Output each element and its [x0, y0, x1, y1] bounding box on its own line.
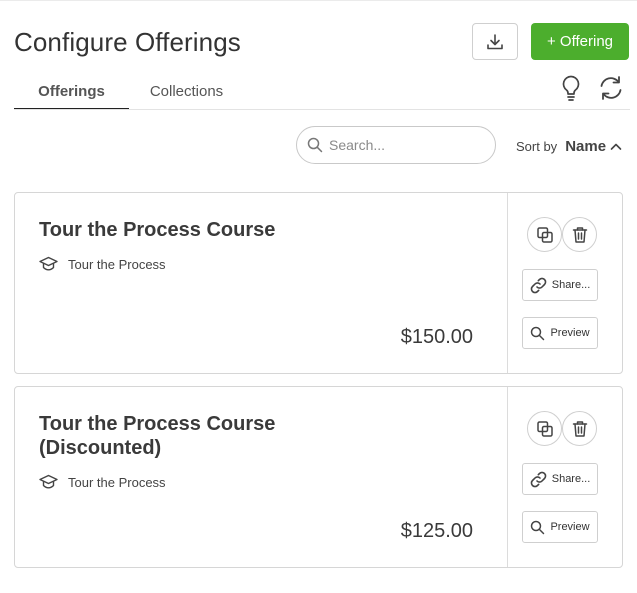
duplicate-icon: [536, 226, 553, 243]
duplicate-icon: [536, 420, 553, 437]
card-divider: [507, 193, 508, 373]
graduation-cap-icon: [39, 474, 58, 489]
preview-label: Preview: [550, 521, 590, 533]
top-divider: [0, 0, 637, 1]
duplicate-button[interactable]: [527, 411, 562, 446]
search-icon: [307, 137, 323, 153]
preview-label: Preview: [550, 327, 590, 339]
offering-price: $125.00: [400, 520, 473, 542]
tabs-divider: [14, 109, 630, 110]
page-title: Configure Offerings: [14, 27, 241, 57]
tab-bar: Offerings Collections: [14, 78, 244, 110]
download-icon: [487, 33, 503, 49]
link-icon: [530, 471, 547, 487]
share-label: Share...: [551, 279, 591, 291]
share-button[interactable]: Share...: [522, 463, 598, 495]
refresh-icon[interactable]: [597, 75, 625, 101]
link-icon: [530, 277, 547, 293]
duplicate-button[interactable]: [527, 217, 562, 252]
offering-course: Tour the Process: [39, 474, 166, 490]
offering-course: Tour the Process: [39, 256, 166, 272]
offering-card: Tour the Process Course (Discounted) Tou…: [14, 386, 623, 568]
delete-button[interactable]: [562, 411, 597, 446]
tab-collections[interactable]: Collections: [129, 78, 244, 110]
offering-name: Tour the Process Course (Discounted): [39, 413, 276, 459]
delete-button[interactable]: [562, 217, 597, 252]
magnifier-icon: [531, 326, 545, 340]
sort-label: Sort by: [516, 139, 558, 154]
magnifier-icon: [531, 520, 545, 534]
chevron-up-icon[interactable]: [610, 142, 622, 152]
offering-course-label: Tour the Process: [68, 474, 166, 490]
download-button[interactable]: [472, 23, 518, 60]
offering-card: Tour the Process Course Tour the Process…: [14, 192, 623, 374]
search-field[interactable]: [296, 126, 496, 164]
offering-name: Tour the Process Course: [39, 219, 276, 241]
sort-control: Sort by Name: [516, 138, 622, 155]
sort-value[interactable]: Name: [565, 138, 606, 155]
lightbulb-icon[interactable]: [559, 74, 583, 102]
add-offering-button[interactable]: + Offering: [531, 23, 629, 60]
trash-icon: [572, 420, 587, 437]
share-button[interactable]: Share...: [522, 269, 598, 301]
search-input[interactable]: [329, 137, 479, 153]
share-label: Share...: [551, 473, 591, 485]
offering-course-label: Tour the Process: [68, 256, 166, 272]
graduation-cap-icon: [39, 256, 58, 271]
preview-button[interactable]: Preview: [522, 317, 598, 349]
offering-price: $150.00: [400, 326, 473, 348]
trash-icon: [572, 226, 587, 243]
tab-offerings[interactable]: Offerings: [14, 78, 129, 110]
preview-button[interactable]: Preview: [522, 511, 598, 543]
card-divider: [507, 387, 508, 567]
